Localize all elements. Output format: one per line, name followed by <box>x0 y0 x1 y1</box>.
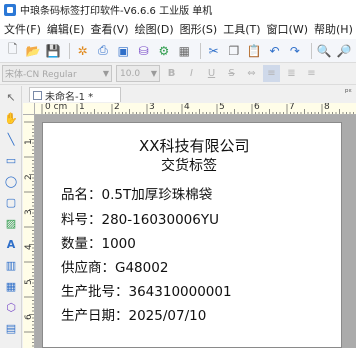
text-spacing-icon[interactable]: ⇔ <box>243 65 260 82</box>
zoom-in-icon[interactable]: 🔍 <box>315 41 332 61</box>
production-date-field[interactable]: 生产日期：2025/07/10 <box>61 304 206 324</box>
menu-view[interactable]: 查看(V) <box>90 21 128 37</box>
settings-gear-icon[interactable]: ✲ <box>74 41 91 61</box>
window-title: 中琅条码标签打印软件-V6.6.6 工业版 单机 <box>20 6 213 17</box>
menu-file[interactable]: 文件(F) <box>4 21 41 37</box>
chevron-down-icon: ▼ <box>102 69 109 78</box>
quantity-field[interactable]: 数量：1000 <box>61 232 136 252</box>
image-tool-icon[interactable]: ▨ <box>3 215 19 231</box>
print-preview-icon[interactable]: ▣ <box>115 41 132 61</box>
app-icon <box>4 3 16 16</box>
horizontal-ruler: 0 cm 1 2 3 4 5 6 7 8 <box>35 103 356 115</box>
copy-icon[interactable]: ❐ <box>225 41 242 61</box>
ruler-label: 2 <box>24 174 34 180</box>
rectangle-tool-icon[interactable]: ▭ <box>3 152 19 168</box>
database-settings-icon[interactable]: ⚙ <box>155 41 172 61</box>
pin-icon[interactable]: ᵖᵋ <box>345 88 352 98</box>
tab-untitled-1[interactable]: 未命名-1 * <box>29 87 121 103</box>
ruler-label: 5 <box>24 279 34 285</box>
batch-number-field[interactable]: 生产批号：364310000001 <box>61 280 232 300</box>
ruler-label: 1 <box>24 139 34 145</box>
label-heading-text[interactable]: 交货标签 <box>161 155 217 175</box>
supplier-field[interactable]: 供应商：G48002 <box>61 256 168 276</box>
menu-bar: 文件(F) 编辑(E) 查看(V) 绘图(D) 图形(S) 工具(T) 窗口(W… <box>0 19 356 39</box>
shape-tool-icon[interactable]: ⬡ <box>3 299 19 315</box>
menu-edit[interactable]: 编辑(E) <box>47 21 85 37</box>
undo-icon[interactable]: ↶ <box>266 41 283 61</box>
ruler-label: 6 <box>254 103 260 112</box>
main-toolbar: 🗋 📂 💾 ✲ ⎙ ▣ ⛁ ⚙ ▦ ✂ ❐ 📋 ↶ ↷ 🔍 🔎 <box>0 39 356 63</box>
font-size-value: 10.0 <box>120 68 141 79</box>
redo-icon[interactable]: ↷ <box>286 41 303 61</box>
open-folder-icon[interactable]: 📂 <box>24 41 41 61</box>
qrcode-tool-icon[interactable]: ▦ <box>3 278 19 294</box>
document-icon <box>33 90 42 100</box>
ruler-label: 7 <box>289 103 295 112</box>
title-bar: 中琅条码标签打印软件-V6.6.6 工业版 单机 <box>0 0 356 19</box>
align-right-icon[interactable]: ≡ <box>303 65 320 82</box>
align-left-icon[interactable]: ≡ <box>263 65 280 82</box>
align-center-icon[interactable]: ≣ <box>283 65 300 82</box>
font-name-value: 宋体-CN Regular <box>5 70 77 80</box>
grid-icon[interactable]: ▦ <box>176 41 193 61</box>
ruler-label: 3 <box>149 103 155 112</box>
ruler-label: 4 <box>184 103 190 112</box>
ruler-label: 8 <box>324 103 330 112</box>
strikethrough-icon[interactable]: S <box>223 65 240 82</box>
font-size-select[interactable]: 10.0 ▼ <box>116 65 160 82</box>
chevron-down-icon: ▼ <box>150 69 157 78</box>
menu-help[interactable]: 帮助(H) <box>314 21 353 37</box>
italic-icon[interactable]: I <box>183 65 200 82</box>
database-icon[interactable]: ⛁ <box>135 41 152 61</box>
left-tool-palette: ↖ ✋ ╲ ▭ ◯ ▢ ▨ A ▥ ▦ ⬡ ▤ <box>0 86 22 348</box>
tab-label: 未命名-1 * <box>45 91 94 103</box>
menu-window[interactable]: 窗口(W) <box>267 21 308 37</box>
toolbar-divider <box>310 42 312 59</box>
ruler-label: 1 <box>79 103 85 112</box>
table-tool-icon[interactable]: ▤ <box>3 320 19 336</box>
text-tool-icon[interactable]: A <box>3 236 19 252</box>
new-file-icon[interactable]: 🗋 <box>4 41 21 61</box>
part-number-field[interactable]: 料号：280-16030006YU <box>61 208 219 228</box>
menu-tools[interactable]: 工具(T) <box>223 21 260 37</box>
rounded-rect-tool-icon[interactable]: ▢ <box>3 194 19 210</box>
ellipse-tool-icon[interactable]: ◯ <box>3 173 19 189</box>
ruler-corner <box>23 103 35 115</box>
print-icon[interactable]: ⎙ <box>94 41 111 61</box>
menu-draw[interactable]: 绘图(D) <box>135 21 174 37</box>
ruler-label: 6 <box>24 314 34 320</box>
underline-icon[interactable]: U <box>203 65 220 82</box>
bold-icon[interactable]: B <box>163 65 180 82</box>
label-paper[interactable]: XX科技有限公司 交货标签 品名：0.5T加厚珍珠棉袋 料号：280-16030… <box>42 122 342 348</box>
company-name-text[interactable]: XX科技有限公司 <box>139 135 250 156</box>
font-name-select[interactable]: 宋体-CN Regular ▼ <box>2 65 112 82</box>
ruler-label: 5 <box>219 103 225 112</box>
ruler-label: 2 <box>114 103 120 112</box>
paste-icon[interactable]: 📋 <box>246 41 263 61</box>
select-arrow-icon[interactable]: ↖ <box>3 89 19 105</box>
menu-shape[interactable]: 图形(S) <box>180 21 218 37</box>
product-name-field[interactable]: 品名：0.5T加厚珍珠棉袋 <box>61 183 212 203</box>
toolbar-divider <box>199 42 201 59</box>
barcode-tool-icon[interactable]: ▥ <box>3 257 19 273</box>
ruler-label: 0 cm <box>45 103 68 112</box>
design-canvas[interactable]: 0 cm 1 2 3 4 5 6 7 8 1 2 3 4 5 6 XX科技有限公… <box>23 103 356 348</box>
ruler-label: 4 <box>24 244 34 250</box>
pan-hand-icon[interactable]: ✋ <box>3 110 19 126</box>
document-tab-bar: 未命名-1 * ᵖᵋ <box>23 86 356 103</box>
toolbar-divider <box>69 42 70 59</box>
save-icon[interactable]: 💾 <box>45 41 62 61</box>
cut-icon[interactable]: ✂ <box>205 41 222 61</box>
line-tool-icon[interactable]: ╲ <box>3 131 19 147</box>
zoom-out-icon[interactable]: 🔎 <box>336 41 353 61</box>
vertical-ruler: 1 2 3 4 5 6 <box>23 115 35 348</box>
format-toolbar: 宋体-CN Regular ▼ 10.0 ▼ B I U S ⇔ ≡ ≣ ≡ <box>0 63 356 85</box>
ruler-label: 3 <box>24 209 34 215</box>
